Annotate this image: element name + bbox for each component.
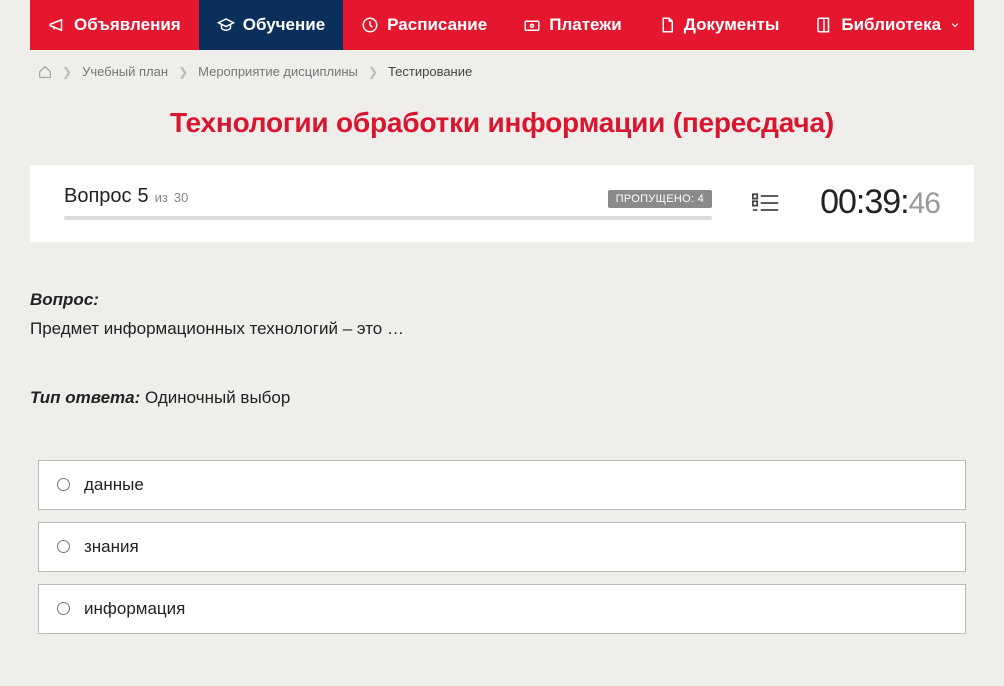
skipped-badge: ПРОПУЩЕНО: 4 — [608, 190, 712, 208]
nav-item-documents[interactable]: Документы — [640, 0, 798, 50]
nav-label: Платежи — [549, 15, 622, 35]
nav-item-library[interactable]: Библиотека — [797, 0, 979, 50]
main-nav: Объявления Обучение Расписание Платежи Д… — [30, 0, 974, 50]
skipped-count: 4 — [698, 193, 704, 205]
progress-track — [64, 216, 712, 220]
breadcrumb-item[interactable]: Мероприятие дисциплины — [198, 64, 358, 79]
question-counter: Вопрос 5 из 30 — [64, 185, 188, 208]
question-counter-row: Вопрос 5 из 30 ПРОПУЩЕНО: 4 — [64, 185, 712, 208]
question-number: 5 — [138, 185, 149, 208]
question-list-icon[interactable] — [752, 191, 780, 215]
answer-type-label: Тип ответа: — [30, 388, 140, 407]
breadcrumb-separator: ❯ — [178, 65, 188, 79]
option-label: знания — [84, 537, 139, 557]
megaphone-icon — [48, 16, 66, 34]
nav-label: Библиотека — [841, 15, 941, 35]
question-of-prefix: из — [155, 190, 168, 205]
answer-type-value: Одиночный выбор — [145, 388, 290, 407]
option-label: информация — [84, 599, 185, 619]
nav-item-announcements[interactable]: Объявления — [30, 0, 199, 50]
question-label: Вопрос: — [30, 290, 974, 310]
question-body: Вопрос: Предмет информационных технологи… — [30, 290, 974, 408]
breadcrumb-item[interactable]: Учебный план — [82, 64, 168, 79]
payment-icon — [523, 16, 541, 34]
options-list: данные знания информация — [30, 460, 974, 634]
home-icon[interactable] — [38, 65, 52, 79]
nav-item-schedule[interactable]: Расписание — [343, 0, 505, 50]
option-radio[interactable] — [57, 478, 70, 491]
option-radio[interactable] — [57, 540, 70, 553]
option-item[interactable]: знания — [38, 522, 966, 572]
option-item[interactable]: информация — [38, 584, 966, 634]
nav-label: Объявления — [74, 15, 181, 35]
skipped-label: ПРОПУЩЕНО: — [616, 193, 695, 205]
page-title: Технологии обработки информации (пересда… — [0, 91, 1004, 165]
timer: 00:39:46 — [820, 183, 940, 222]
question-word: Вопрос — [64, 185, 132, 208]
graduation-cap-icon — [217, 16, 235, 34]
option-radio[interactable] — [57, 602, 70, 615]
status-panel-left: Вопрос 5 из 30 ПРОПУЩЕНО: 4 — [64, 185, 712, 220]
clock-icon — [361, 16, 379, 34]
question-text: Предмет информационных технологий – это … — [30, 316, 974, 342]
option-label: данные — [84, 475, 144, 495]
chevron-down-icon — [949, 19, 961, 31]
breadcrumb-separator: ❯ — [62, 65, 72, 79]
timer-subseconds: 46 — [909, 187, 940, 221]
breadcrumb-separator: ❯ — [368, 65, 378, 79]
document-icon — [658, 16, 676, 34]
breadcrumb: ❯ Учебный план ❯ Мероприятие дисциплины … — [0, 50, 1004, 91]
nav-label: Документы — [684, 15, 780, 35]
question-total: 30 — [174, 190, 188, 205]
nav-item-learning[interactable]: Обучение — [199, 0, 343, 50]
nav-item-payments[interactable]: Платежи — [505, 0, 640, 50]
breadcrumb-item-current: Тестирование — [388, 64, 472, 79]
page-root: Объявления Обучение Расписание Платежи Д… — [0, 0, 1004, 686]
status-panel: Вопрос 5 из 30 ПРОПУЩЕНО: 4 00:39:46 — [30, 165, 974, 242]
timer-main: 00:39: — [820, 183, 909, 222]
nav-label: Обучение — [243, 15, 325, 35]
progress-fill — [64, 216, 712, 220]
answer-type-row: Тип ответа: Одиночный выбор — [30, 388, 974, 408]
book-icon — [815, 16, 833, 34]
option-item[interactable]: данные — [38, 460, 966, 510]
nav-label: Расписание — [387, 15, 487, 35]
